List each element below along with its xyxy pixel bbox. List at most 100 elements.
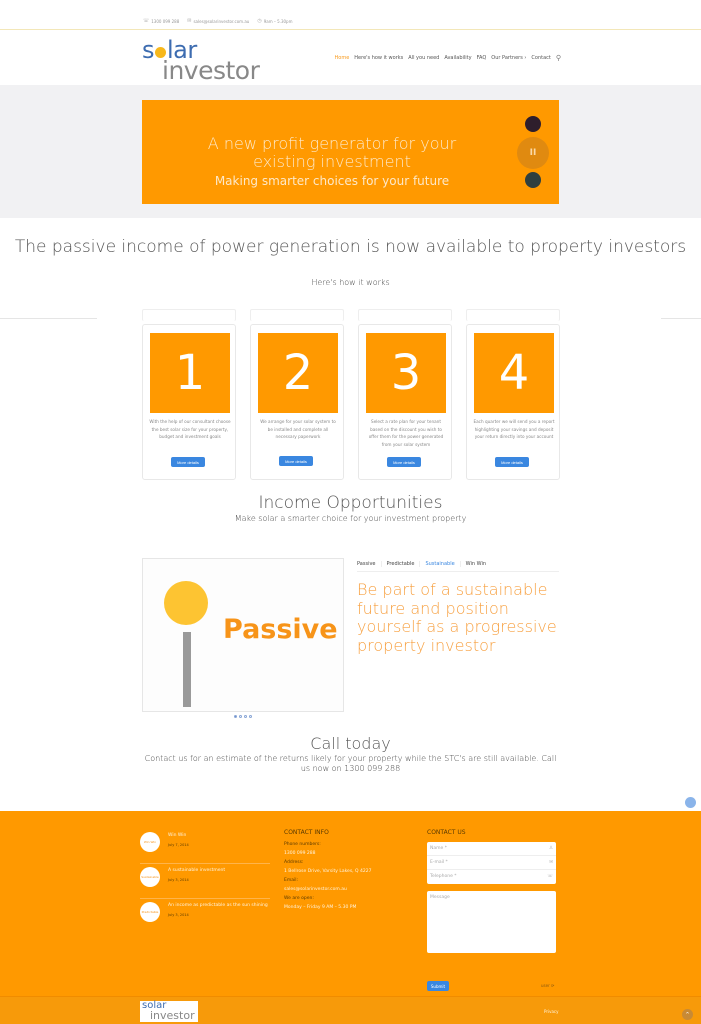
contact-us-heading: CONTACT US	[427, 829, 466, 836]
image-word: Passive	[223, 614, 338, 645]
step-description: With the help of our consultant choose t…	[149, 419, 231, 439]
post-title[interactable]: Win Win	[168, 833, 186, 838]
phone-label: Phone numbers:	[284, 842, 321, 847]
privacy-link[interactable]: Privacy	[544, 1009, 558, 1014]
tab-predictable[interactable]: Predictable	[380, 561, 420, 567]
income-tabs: Passive Predictable Sustainable Win Win	[357, 561, 559, 572]
card-shadow	[466, 309, 560, 321]
step-number: 3	[366, 333, 446, 413]
nav-our-partners[interactable]: Our Partners ›	[491, 55, 526, 61]
tab-win-win[interactable]: Win Win	[459, 561, 491, 567]
post-item[interactable]: Predictable An income as predictable as …	[140, 899, 270, 934]
contact-info-heading: CONTACT INFO	[284, 829, 329, 836]
nav-availability[interactable]: Availability	[444, 55, 471, 61]
income-title: Income Opportunities	[258, 493, 443, 513]
income-image: Passive	[142, 558, 344, 712]
carousel-dot[interactable]	[244, 715, 247, 718]
how-title: The passive income of power generation i…	[14, 237, 687, 257]
post-title[interactable]: An income as predictable as the sun shin…	[168, 903, 268, 908]
hero-slider: A new profit generator for your existing…	[142, 100, 559, 204]
main-nav: Home Here's how it works All you need Av…	[335, 54, 561, 62]
step-card: 3 Select a rate plan for your tenant bas…	[358, 324, 452, 480]
post-date: July 7, 2014	[168, 843, 189, 847]
phone-icon: ☏	[143, 18, 150, 24]
site-logo[interactable]: s lar investor	[142, 36, 282, 85]
header: s lar investor Home Here's how it works A…	[0, 30, 701, 85]
clock-icon: ◷	[257, 18, 262, 24]
footer: Win Win Win Win July 7, 2014 Sustainable…	[0, 811, 701, 996]
nav-contact[interactable]: Contact	[531, 55, 550, 61]
telephone-field[interactable]: Telephone * ☏	[427, 870, 556, 884]
step-description: Select a rate plan for your tenant based…	[368, 419, 444, 447]
more-details-button[interactable]: More details	[279, 456, 313, 466]
back-to-top-button[interactable]: ^	[682, 1009, 693, 1020]
divider	[0, 318, 97, 319]
nav-home[interactable]: Home	[335, 55, 350, 61]
user-icon: ♙	[548, 846, 553, 851]
footer-logo[interactable]: solar investor	[140, 1000, 198, 1022]
footer-bottom: solar investor Privacy ^	[0, 996, 701, 1024]
tab-sustainable[interactable]: Sustainable	[419, 561, 459, 567]
carousel-dot[interactable]	[249, 715, 252, 718]
nav-faq[interactable]: FAQ	[477, 55, 487, 61]
email-label: Email:	[284, 878, 299, 883]
chevron-down-icon: ›	[524, 55, 527, 61]
hero-subtitle: Making smarter choices for your future	[214, 174, 450, 188]
carousel-dot[interactable]	[239, 715, 242, 718]
step-card: 2 We arrange for your solar system to be…	[250, 324, 344, 480]
more-details-button[interactable]: More details	[495, 457, 529, 467]
post-item[interactable]: Win Win Win Win July 7, 2014	[140, 829, 270, 864]
envelope-icon: ✉	[187, 18, 192, 24]
topbar-hours: ◷ 9am – 5.30pm	[257, 18, 293, 24]
scroll-indicator[interactable]	[685, 797, 696, 808]
more-details-button[interactable]: More details	[171, 457, 205, 467]
post-thumbnail: Predictable	[140, 902, 160, 922]
address-label: Address:	[284, 860, 304, 865]
envelope-icon: ✉	[549, 860, 553, 865]
hero-title: A new profit generator for your existing…	[207, 134, 457, 171]
how-subtitle: Here's how it works	[311, 278, 390, 287]
topbar-phone[interactable]: ☏ 1300 099 288	[143, 18, 179, 24]
carousel-dot[interactable]	[234, 715, 237, 718]
nav-how-it-works[interactable]: Here's how it works	[354, 55, 403, 61]
pause-button[interactable]: II	[517, 137, 549, 169]
post-date: July 3, 2014	[168, 913, 189, 917]
email-field[interactable]: E-mail * ✉	[427, 856, 556, 870]
phone-icon: ☏	[547, 874, 553, 879]
call-title: Call today	[310, 734, 391, 753]
email-value[interactable]: sales@solarinvestor.com.au	[284, 887, 414, 892]
step-number: 1	[150, 333, 230, 413]
contact-form: CONTACT US Name * ♙ E-mail * ✉ Telephone *…	[427, 829, 557, 991]
search-icon[interactable]: ⚲	[556, 54, 561, 62]
nav-all-you-need[interactable]: All you need	[408, 55, 439, 61]
post-date: July 3, 2014	[168, 878, 189, 882]
phone-value[interactable]: 1300 099 288	[284, 851, 414, 856]
step-description: We arrange for your solar system to be i…	[260, 419, 336, 439]
tab-passive[interactable]: Passive	[357, 561, 381, 567]
post-thumbnail: Win Win	[140, 832, 160, 852]
post-title[interactable]: A sustainable investment	[168, 868, 225, 873]
form-fields: Name * ♙ E-mail * ✉ Telephone * ☏	[427, 842, 556, 884]
name-field[interactable]: Name * ♙	[427, 842, 556, 856]
divider	[661, 318, 701, 319]
step-number: 2	[258, 333, 338, 413]
footer-logo-investor: investor	[150, 1009, 195, 1022]
card-shadow	[358, 309, 452, 321]
call-text: Contact us for an estimate of the return…	[144, 754, 557, 773]
income-subtitle: Make solar a smarter choice for your inv…	[234, 514, 467, 523]
post-thumbnail: Sustainable	[140, 867, 160, 887]
topbar-email[interactable]: ✉ sales@solarinvestor.com.au	[187, 18, 249, 24]
submit-button[interactable]: Submit	[427, 981, 449, 991]
post-item[interactable]: Sustainable A sustainable investment Jul…	[140, 864, 270, 899]
pole-graphic	[183, 632, 191, 707]
step-card: 4 Each quarter we will send you a report…	[466, 324, 560, 480]
slider-next-dot[interactable]	[525, 172, 541, 188]
top-info-bar: ☏ 1300 099 288 ✉ sales@solarinvestor.com.a…	[0, 0, 701, 30]
more-details-button[interactable]: More details	[387, 457, 421, 467]
sun-graphic	[164, 581, 208, 625]
logo-investor: investor	[162, 56, 260, 85]
card-shadow	[250, 309, 344, 321]
captcha-refresh[interactable]: user ⟳	[541, 983, 554, 988]
slider-prev-dot[interactable]	[525, 116, 541, 132]
message-field[interactable]: Message	[427, 891, 556, 953]
